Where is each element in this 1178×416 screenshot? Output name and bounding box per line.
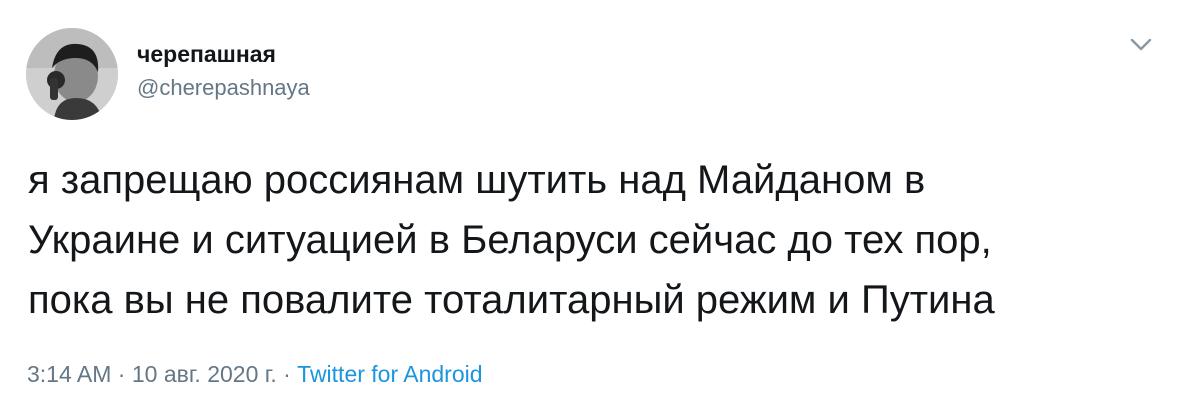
display-name[interactable]: черепашная xyxy=(137,40,310,68)
avatar-photo-icon xyxy=(26,28,118,120)
user-info[interactable]: черепашная @cherepashnaya xyxy=(137,40,310,101)
tweet-source-link[interactable]: Twitter for Android xyxy=(297,361,482,387)
tweet-metadata: 3:14 AM · 10 авг. 2020 г. · Twitter for … xyxy=(27,359,483,389)
username-handle[interactable]: @cherepashnaya xyxy=(137,75,310,101)
chevron-down-icon[interactable] xyxy=(1128,34,1154,54)
meta-separator: · xyxy=(283,361,291,387)
tweet-date[interactable]: 10 авг. 2020 г. xyxy=(132,361,277,387)
tweet-card: черепашная @cherepashnaya я запрещаю рос… xyxy=(0,0,1178,416)
meta-separator: · xyxy=(117,361,126,387)
avatar[interactable] xyxy=(26,28,118,120)
tweet-time[interactable]: 3:14 AM xyxy=(27,361,111,387)
tweet-text: я запрещаю россиянам шутить над Майданом… xyxy=(28,158,995,322)
